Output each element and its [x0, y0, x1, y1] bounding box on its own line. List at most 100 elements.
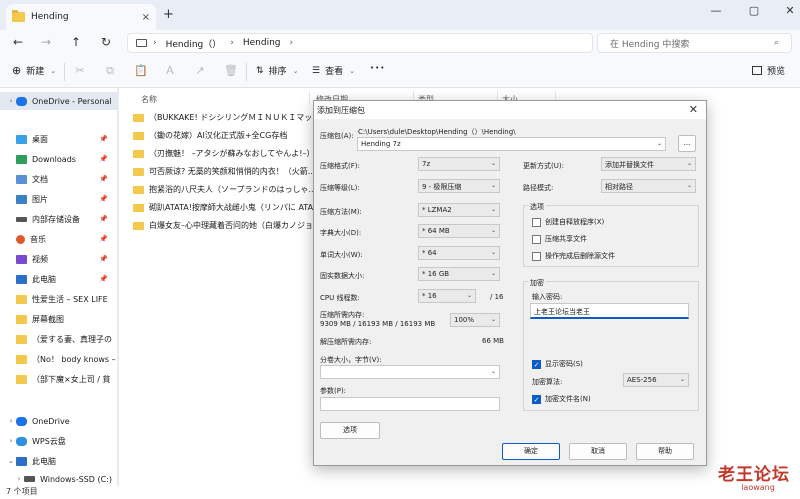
threads-select[interactable]: * 16 ⌄	[418, 289, 476, 303]
file-row[interactable]: 砌趴ATATA!按摩師大战雌小鬼（リンパに ATA...	[133, 199, 313, 216]
create-sfx-checkbox[interactable]: 创建自释放程序(X)	[532, 217, 604, 227]
breadcrumb-more-icon[interactable]: ›	[290, 38, 294, 48]
format-label: 压缩格式(F):	[320, 162, 360, 170]
sidebar-item-folder[interactable]: （爱する妻、真理子の	[0, 330, 118, 348]
level-select[interactable]: 9 - 极限压缩 ⌄	[418, 179, 500, 193]
show-password-checkbox[interactable]: ✓ 显示密码(S)	[532, 359, 583, 369]
file-row[interactable]: 可否厥谅? 无藁的笑颜和悄悄的内衣！（火箭...	[133, 163, 313, 180]
memory-percent-select[interactable]: 100% ⌄	[450, 313, 500, 327]
sidebar-item-wps-cloud[interactable]: › WPS云盘	[0, 432, 118, 450]
cut-icon[interactable]: ✂	[74, 65, 86, 77]
sidebar-item-label: OneDrive - Personal	[32, 96, 112, 106]
chevron-right-icon[interactable]: ›	[6, 437, 16, 445]
path-mode-select[interactable]: 相对路径 ⌄	[601, 179, 696, 193]
share-icon[interactable]: ↗	[194, 65, 206, 77]
close-window-button[interactable]: ✕	[776, 4, 800, 18]
minimize-button[interactable]: —	[702, 4, 730, 18]
maximize-button[interactable]: ▢	[740, 4, 768, 18]
view-icon: ☰	[312, 65, 321, 76]
checkbox-box[interactable]	[532, 251, 541, 261]
sidebar-item-this-pc[interactable]: 此电脑 📌	[0, 270, 118, 288]
delete-after-checkbox[interactable]: 操作完成后删除源文件	[532, 251, 615, 261]
refresh-button[interactable]: ↻	[98, 34, 114, 50]
item-count: 7 个项目	[6, 487, 38, 496]
ok-button[interactable]: 确定	[502, 443, 560, 460]
cloud-icon	[16, 436, 27, 446]
checkbox-box[interactable]	[532, 234, 541, 244]
pin-icon: 📌	[99, 195, 108, 203]
new-button[interactable]: ⊕ 新建 ⌄	[12, 64, 56, 77]
chevron-right-icon[interactable]: ›	[6, 97, 16, 105]
view-button[interactable]: ☰ 查看 ⌄	[312, 64, 355, 78]
method-select[interactable]: * LZMA2 ⌄	[418, 203, 500, 217]
solid-select[interactable]: * 16 GB ⌄	[418, 267, 500, 281]
folder-icon	[16, 334, 27, 344]
new-tab-button[interactable]: +	[163, 7, 174, 22]
paste-icon[interactable]: 📋	[134, 65, 148, 77]
sidebar-item-folder[interactable]: 屏幕截图	[0, 310, 118, 328]
sidebar-item-folder[interactable]: （部下魔×女上司 / 貧	[0, 370, 118, 388]
copy-icon[interactable]: ⧉	[104, 65, 116, 77]
file-row[interactable]: （BUKKAKE! ドシシリングＭＩＮＵＫＩマッ...	[133, 109, 313, 126]
column-header-name[interactable]: 名称	[141, 94, 157, 105]
sidebar-item-pictures[interactable]: 图片 📌	[0, 190, 118, 208]
dict-select[interactable]: * 64 MB ⌄	[418, 224, 500, 238]
checkbox-box[interactable]: ✓	[532, 359, 541, 369]
sidebar-item-label: OneDrive	[32, 416, 70, 426]
password-input[interactable]: 上老王论坛当老王	[530, 303, 689, 319]
search-box[interactable]: 在 Hending 中搜索 ⌕	[597, 33, 792, 53]
checkbox-box[interactable]: ✓	[532, 394, 541, 404]
forward-button[interactable]: →	[38, 34, 54, 50]
encrypt-filenames-checkbox[interactable]: ✓ 加密文件名(N)	[532, 394, 591, 404]
more-options-button[interactable]: •••	[370, 64, 385, 72]
update-mode-select[interactable]: 添加并替换文件 ⌄	[601, 157, 696, 171]
breadcrumb-item[interactable]: Hending	[243, 38, 281, 48]
sidebar-item-onedrive[interactable]: › OneDrive	[0, 412, 118, 430]
sidebar-item-videos[interactable]: 视频 📌	[0, 250, 118, 268]
params-input[interactable]	[320, 397, 500, 411]
browse-button[interactable]: ...	[678, 135, 696, 152]
sidebar-item-label: 文档	[32, 174, 48, 184]
file-row[interactable]: 白爆女友–心中理藏着否问的她（白爆カノジョ...	[133, 217, 313, 234]
file-row[interactable]: （刃撫魅！ –アタシが蘇みなおしてやんよ!–）...	[133, 145, 313, 162]
chevron-right-icon[interactable]: ›	[14, 475, 24, 483]
sort-button[interactable]: ⇅ 排序 ⌄	[256, 64, 298, 78]
sidebar-item-internal-storage[interactable]: 内部存储设备 📌	[0, 210, 118, 228]
checkbox-box[interactable]	[532, 217, 541, 227]
cloud-icon	[16, 96, 27, 106]
delete-icon[interactable]: 🗑	[224, 65, 238, 77]
file-row[interactable]: （鋤の花嫁）AI汉化正式版+全CG存档	[133, 127, 313, 144]
preview-pane-button[interactable]: 预览	[752, 64, 785, 77]
sidebar-item-folder[interactable]: 性爱生活 – SEX LIFE	[0, 290, 118, 308]
explorer-tab[interactable]: Hending ×	[6, 4, 156, 30]
sidebar-item-documents[interactable]: 文档 📌	[0, 170, 118, 188]
format-select[interactable]: 7z ⌄	[418, 157, 500, 171]
back-button[interactable]: ←	[10, 34, 26, 50]
compress-shared-checkbox[interactable]: 压缩共享文件	[532, 234, 587, 244]
up-button[interactable]: ↑	[68, 34, 84, 50]
help-button[interactable]: 帮助	[636, 443, 694, 460]
breadcrumb-item[interactable]: Hending（）	[166, 37, 222, 50]
rename-icon[interactable]: Ａ	[164, 65, 176, 77]
cancel-button[interactable]: 取消	[569, 443, 627, 460]
search-input[interactable]: 在 Hending 中搜索	[610, 37, 689, 50]
column-divider[interactable]	[309, 91, 310, 105]
word-select[interactable]: * 64 ⌄	[418, 246, 500, 260]
chevron-down-icon[interactable]: ⌄	[6, 457, 16, 465]
sidebar-item-music[interactable]: 音乐 📌	[0, 230, 118, 248]
sidebar-item-folder[interactable]: （No！ body knows –	[0, 350, 118, 368]
sidebar-item-downloads[interactable]: Downloads 📌	[0, 150, 118, 168]
sidebar-item-onedrive-personal[interactable]: › OneDrive - Personal	[0, 92, 118, 110]
encryption-method-select[interactable]: AES-256 ⌄	[623, 373, 689, 387]
threads-label: CPU 线程数:	[320, 294, 360, 302]
dialog-close-button[interactable]: ✕	[689, 103, 698, 116]
tab-close-icon[interactable]: ×	[142, 12, 150, 23]
sidebar-item-this-pc-tree[interactable]: ⌄ 此电脑	[0, 452, 118, 470]
address-bar[interactable]: › Hending（） › Hending ›	[127, 33, 593, 53]
split-size-select[interactable]: ⌄	[320, 365, 500, 379]
archive-name-field[interactable]: Hending 7z ⌄	[357, 137, 666, 151]
chevron-right-icon[interactable]: ›	[6, 417, 16, 425]
options-button[interactable]: 选项	[320, 422, 380, 439]
sidebar-item-desktop[interactable]: 桌面 📌	[0, 130, 118, 148]
file-row[interactable]: 抱紧浴的八尺夫人（ソープランドのはっしゃ...	[133, 181, 313, 198]
